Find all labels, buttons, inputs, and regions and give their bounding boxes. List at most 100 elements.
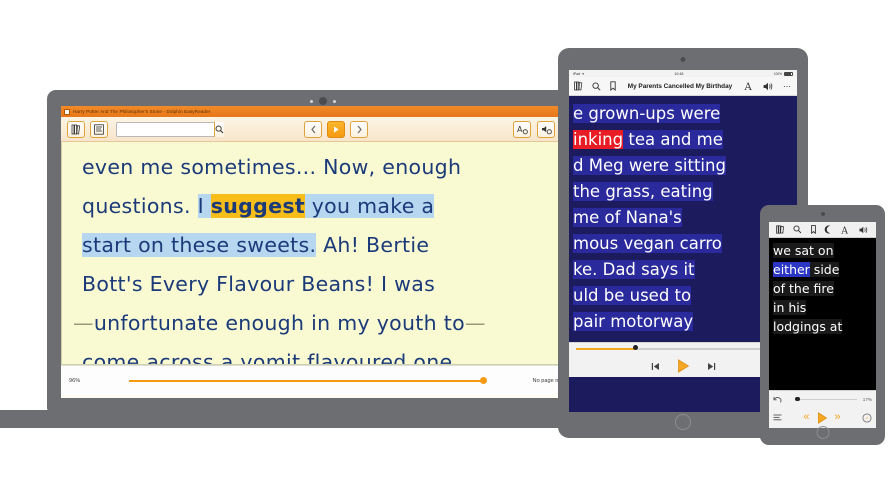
reader-text: pair motorway [573, 312, 694, 331]
search-field-wrapper[interactable] [116, 121, 224, 137]
font-size-icon[interactable]: A [744, 81, 754, 91]
battery-icon [784, 71, 793, 76]
slider-knob[interactable] [479, 377, 487, 384]
book-title: My Parents Cancelled My Birthday [627, 82, 733, 90]
magnifier-icon[interactable] [592, 81, 601, 91]
rewind-icon[interactable]: « [803, 412, 809, 423]
book-progress-slider[interactable] [107, 376, 525, 386]
window-titlebar: Harry Potter And The Philosopher's Stone… [61, 106, 585, 117]
reader-line: inking tea and me [569, 127, 797, 153]
app-showcase: Harry Potter And The Philosopher's Stone… [0, 0, 889, 500]
bookmark-icon[interactable] [610, 81, 616, 91]
reader-text: the grass, eating [573, 182, 713, 201]
phone-reader-page: we sat on either side of the fire in his… [769, 238, 876, 390]
slider-track [576, 348, 790, 350]
phone-home-button[interactable] [816, 426, 829, 439]
previous-button[interactable] [304, 120, 322, 138]
speaker-icon[interactable] [763, 82, 774, 91]
magnifier-icon[interactable] [214, 121, 224, 137]
skip-back-icon[interactable] [651, 362, 660, 371]
slider-knob[interactable] [795, 396, 800, 401]
phone-playback-bar: 17% « » [769, 390, 876, 428]
reader-text: lodgings at [773, 319, 843, 334]
magnifier-icon[interactable] [793, 225, 802, 234]
fast-forward-icon[interactable]: » [835, 412, 841, 423]
tablet-nav-bar: My Parents Cancelled My Birthday A ⋯ [569, 77, 797, 96]
more-options-icon[interactable]: ⋯ [783, 82, 792, 91]
reader-line: questions. I suggest you make a [82, 187, 568, 226]
skip-forward-icon[interactable] [707, 362, 716, 371]
phone-transport-row: « » [769, 408, 876, 427]
reader-line: —unfortunate enough in my youth to— [73, 304, 568, 343]
reader-line: in his [773, 298, 876, 317]
tablet-camera [680, 57, 686, 62]
reader-text: side [809, 262, 840, 277]
reader-text: tea and me [623, 130, 723, 149]
word-highlight: either [773, 262, 810, 277]
bookmark-icon[interactable] [810, 225, 816, 234]
book-library-icon[interactable] [776, 225, 785, 234]
reader-line: we sat on [773, 241, 876, 260]
slider-knob[interactable] [632, 345, 638, 350]
font-settings-icon[interactable]: A [513, 120, 531, 138]
progress-percent: 96% [69, 377, 81, 384]
phone-body: A we sat on either side of the fire in h… [760, 205, 885, 445]
laptop-base [0, 410, 655, 428]
sentence-highlight: you make a [304, 194, 435, 218]
laptop-screen: Harry Potter And The Philosopher's Stone… [61, 106, 585, 398]
phone-device: A we sat on either side of the fire in h… [760, 205, 885, 445]
reader-line: of the fire [773, 279, 876, 298]
reader-text: Bott's Every Flavour Beans! I was [82, 272, 436, 296]
moon-night-mode-icon[interactable] [824, 225, 833, 234]
tablet-home-button[interactable] [675, 414, 691, 430]
reader-text: d Meg were sitting [573, 156, 726, 175]
speaker-icon[interactable] [859, 226, 869, 234]
line-dash-right: — [464, 311, 486, 335]
speed-dial-icon[interactable] [862, 412, 872, 423]
reader-line: the grass, eating [569, 179, 797, 205]
laptop-lid: Harry Potter And The Philosopher's Stone… [47, 90, 599, 412]
phone-progress-slider[interactable] [786, 395, 859, 405]
reader-line: either side [773, 260, 876, 279]
reader-text: even me sometimes... Now, enough [82, 155, 462, 179]
voice-settings-icon[interactable] [537, 120, 555, 138]
next-button[interactable] [350, 120, 368, 138]
book-library-icon[interactable] [67, 120, 85, 138]
slider-track [796, 399, 857, 401]
play-icon[interactable] [817, 411, 828, 424]
app-icon [64, 108, 70, 115]
reader-text: we sat on [773, 243, 834, 258]
table-of-contents-icon[interactable] [90, 120, 108, 138]
play-icon[interactable] [677, 359, 690, 373]
device-name: iPad [573, 71, 581, 76]
reader-text: ke. Dad says it [573, 260, 695, 279]
laptop-camera [310, 97, 336, 105]
undo-arrow-icon[interactable] [773, 396, 782, 404]
sentence-highlight: start on these sweets. [82, 233, 317, 257]
reader-text: mous vegan carro [573, 234, 722, 253]
reader-text: in his [773, 300, 807, 315]
reader-line: start on these sweets. Ah! Bertie [82, 226, 568, 265]
reader-text: Ah! Bertie [316, 233, 430, 257]
reader-line: come across a vomit flavoured one, [82, 343, 568, 364]
reader-status-bar: 96% No page numbers [61, 365, 585, 395]
progress-percent: 17% [862, 397, 872, 402]
svg-text:A: A [841, 226, 848, 234]
phone-transport-controls: « » [786, 412, 858, 424]
book-library-icon[interactable] [574, 81, 583, 91]
line-dash-left: — [73, 311, 94, 335]
reader-text: unfortunate enough in my youth to [93, 311, 465, 335]
phone-progress-row: 17% [769, 391, 876, 408]
status-time: 10:48 [674, 71, 684, 76]
phone-screen: A we sat on either side of the fire in h… [769, 222, 876, 428]
battery-percent: 100% [773, 71, 782, 76]
slider-fill [129, 379, 485, 382]
reader-line: d Meg were sitting [569, 153, 797, 179]
font-size-icon[interactable]: A [841, 225, 850, 234]
play-button[interactable] [327, 120, 345, 138]
svg-text:A: A [517, 125, 523, 134]
reader-text: uld be used to [573, 286, 692, 305]
search-input[interactable] [117, 125, 214, 133]
table-of-contents-icon[interactable] [773, 414, 782, 422]
reader-text: of the fire [773, 281, 834, 296]
